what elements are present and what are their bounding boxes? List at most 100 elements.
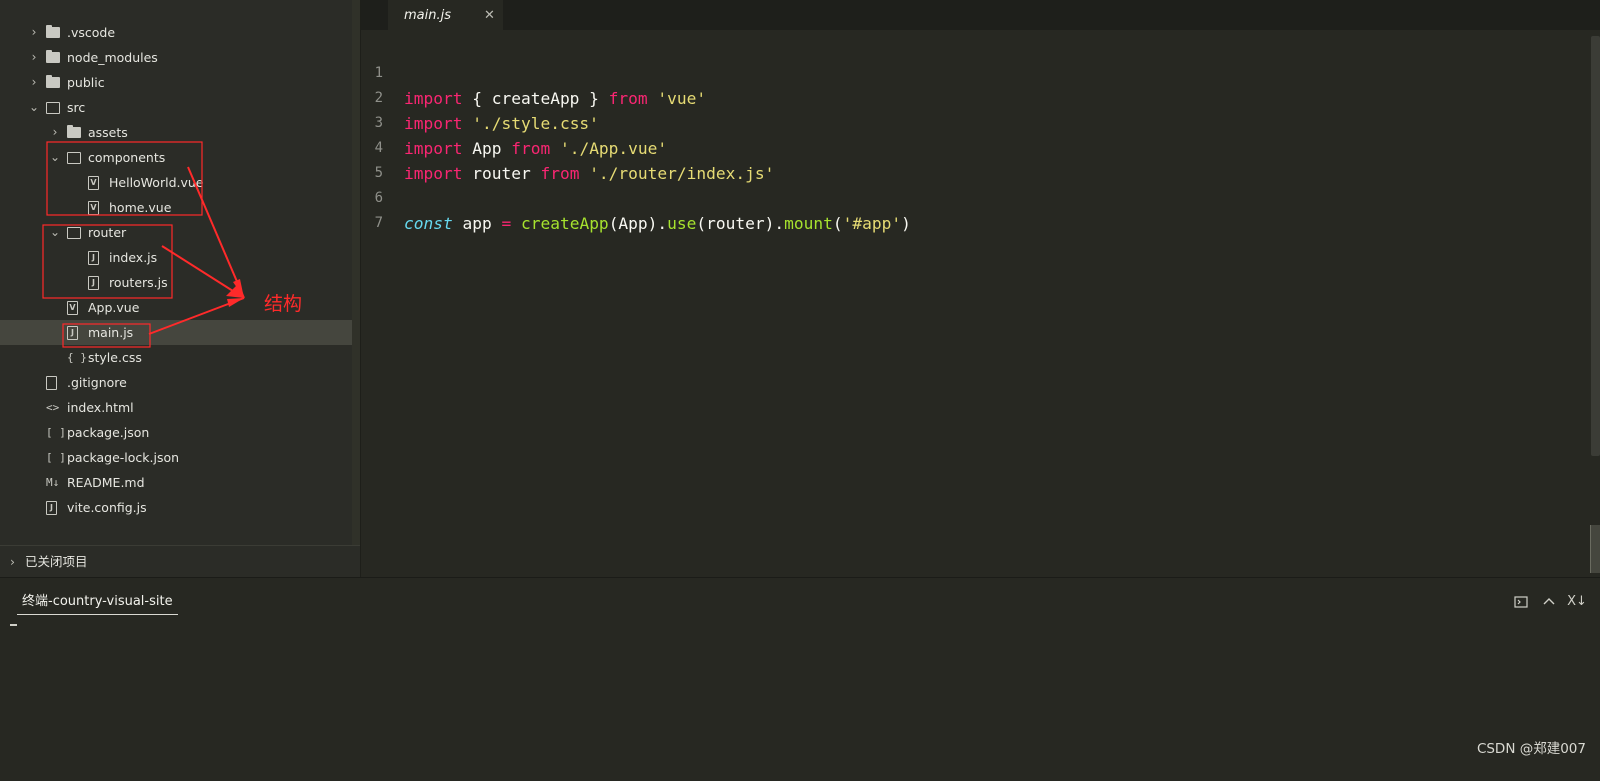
tree-item-label: index.js	[109, 250, 158, 265]
code-text: import router from './router/index.js'	[404, 164, 775, 183]
tree-item[interactable]: Jrouters.js	[0, 270, 352, 295]
watermark: CSDN @郑建007	[1476, 741, 1586, 757]
chevron-up-icon[interactable]	[1538, 590, 1560, 614]
tree-item-label: public	[67, 75, 105, 90]
terminal-panel: 终端-country-visual-site X↓	[0, 577, 1600, 778]
code-line: 1 import { createApp } from 'vue'	[361, 36, 707, 108]
code-line: 5	[361, 136, 419, 181]
markdown-file-icon: M↓	[46, 476, 60, 489]
code-line: 3 import App from './App.vue'	[361, 86, 668, 158]
closed-projects-section[interactable]: › 已关闭项目	[0, 545, 360, 577]
json-file-icon: [ ]	[46, 426, 66, 439]
file-tree: › .vscode › node_modules › public ⌄ src › assets ⌄…	[0, 0, 352, 545]
tree-item[interactable]: ⌄ src	[0, 95, 352, 120]
tree-item-label: HelloWorld.vue	[109, 175, 204, 190]
icon-glyph: <>	[46, 401, 60, 414]
tree-item[interactable]: M↓ README.md	[0, 470, 352, 495]
folder-icon	[46, 25, 60, 39]
closed-projects-label: 已关闭项目	[25, 554, 88, 569]
code-text: import './style.css'	[404, 114, 599, 133]
editor-tab-bar: main.js ✕	[361, 0, 1600, 30]
tree-item[interactable]: .gitignore	[0, 370, 352, 395]
tree-item-label: node_modules	[67, 50, 158, 65]
tab-label: main.js	[404, 8, 451, 23]
folder-icon	[46, 50, 60, 64]
file-icon	[46, 376, 60, 390]
chevron-right-icon[interactable]: ›	[28, 45, 40, 70]
chevron-right-icon[interactable]: ›	[49, 120, 61, 145]
chevron-right-icon: ›	[10, 554, 15, 569]
tree-item-label: src	[67, 100, 86, 115]
close-icon[interactable]: ✕	[484, 0, 495, 32]
tree-item[interactable]: [ ] package-lock.json	[0, 445, 352, 470]
close-all-icon[interactable]: X↓	[1566, 590, 1588, 614]
vue-file-icon: V	[67, 301, 81, 315]
tree-item-label: main.js	[88, 325, 134, 340]
tree-item[interactable]: › assets	[0, 120, 352, 145]
tree-item-label: .vscode	[67, 25, 116, 40]
code-text: import { createApp } from 'vue'	[404, 89, 707, 108]
tree-item-label: package-lock.json	[67, 450, 180, 465]
chevron-down-icon[interactable]: ⌄	[49, 220, 61, 245]
code-line: 6 const app = createApp(App).use(router)…	[361, 161, 911, 233]
line-number: 7	[374, 215, 383, 231]
css-file-icon: { }	[67, 351, 87, 364]
file-explorer-sidebar: › .vscode › node_modules › public ⌄ src › assets ⌄…	[0, 0, 360, 577]
tree-item-label: README.md	[67, 475, 145, 490]
tree-item[interactable]: V App.vue	[0, 295, 352, 320]
icon-glyph: M↓	[46, 476, 60, 489]
tree-item-label: package.json	[67, 425, 150, 440]
tree-item-label: style.css	[88, 350, 142, 365]
tree-item[interactable]: ⌄ components	[0, 145, 352, 170]
terminal-tab[interactable]: 终端-country-visual-site	[17, 590, 178, 615]
tree-item[interactable]: Vhome.vue	[0, 195, 352, 220]
chevron-down-icon[interactable]: ⌄	[28, 95, 40, 120]
tree-item[interactable]: › node_modules	[0, 45, 352, 70]
tree-item[interactable]: › public	[0, 70, 352, 95]
js-file-icon: J	[88, 276, 102, 290]
minimap-marker[interactable]	[1590, 525, 1600, 573]
icon-glyph: [ ]	[46, 451, 66, 464]
tree-item-label: router	[88, 225, 127, 240]
vue-file-icon: V	[88, 201, 102, 215]
folder-open-icon	[67, 226, 81, 239]
vue-file-icon: V	[88, 176, 102, 190]
code-line: 4 import router from './router/index.js'	[361, 111, 775, 183]
js-file-icon: J	[46, 501, 60, 515]
tree-item[interactable]: Jindex.js	[0, 245, 352, 270]
tree-item-label: routers.js	[109, 275, 168, 290]
tree-item-label: index.html	[67, 400, 134, 415]
tree-item[interactable]: V HelloWorld.vue	[0, 170, 352, 195]
tree-item-label: vite.config.js	[67, 500, 147, 515]
editor-scrollbar[interactable]	[1591, 36, 1600, 456]
tree-item[interactable]: › .vscode	[0, 20, 352, 45]
tree-item[interactable]: ⌄ router	[0, 220, 352, 245]
icon-glyph: { }	[67, 351, 87, 364]
chevron-right-icon[interactable]: ›	[28, 70, 40, 95]
tree-item[interactable]: <> index.html	[0, 395, 352, 420]
tab-main-js[interactable]: main.js ✕	[388, 0, 503, 30]
code-text: import App from './App.vue'	[404, 139, 668, 158]
terminal-new-icon[interactable]	[1510, 590, 1532, 614]
code-text: const app = createApp(App).use(router).m…	[404, 214, 911, 233]
folder-icon	[67, 125, 81, 139]
code-editor[interactable]: main.js ✕ 1 import { createApp } from 'v…	[361, 0, 1600, 577]
folder-icon	[46, 75, 60, 89]
folder-open-icon	[46, 101, 60, 114]
terminal-cursor	[10, 624, 17, 626]
tree-item-label: home.vue	[109, 200, 172, 215]
code-line: 2 import './style.css'	[361, 61, 599, 133]
json-file-icon: [ ]	[46, 451, 66, 464]
chevron-right-icon[interactable]: ›	[28, 20, 40, 45]
tree-item[interactable]: [ ] package.json	[0, 420, 352, 445]
sidebar-scrollbar[interactable]	[352, 0, 360, 545]
js-file-icon: J	[88, 251, 102, 265]
tree-item[interactable]: { } style.css	[0, 345, 352, 370]
chevron-down-icon[interactable]: ⌄	[49, 145, 61, 170]
tree-item-label: .gitignore	[67, 375, 127, 390]
tree-item-label: App.vue	[88, 300, 140, 315]
tree-item[interactable]: Jmain.js	[0, 320, 352, 345]
tree-item-label: assets	[88, 125, 128, 140]
tree-item[interactable]: Jvite.config.js	[0, 495, 352, 520]
folder-open-icon	[67, 151, 81, 164]
